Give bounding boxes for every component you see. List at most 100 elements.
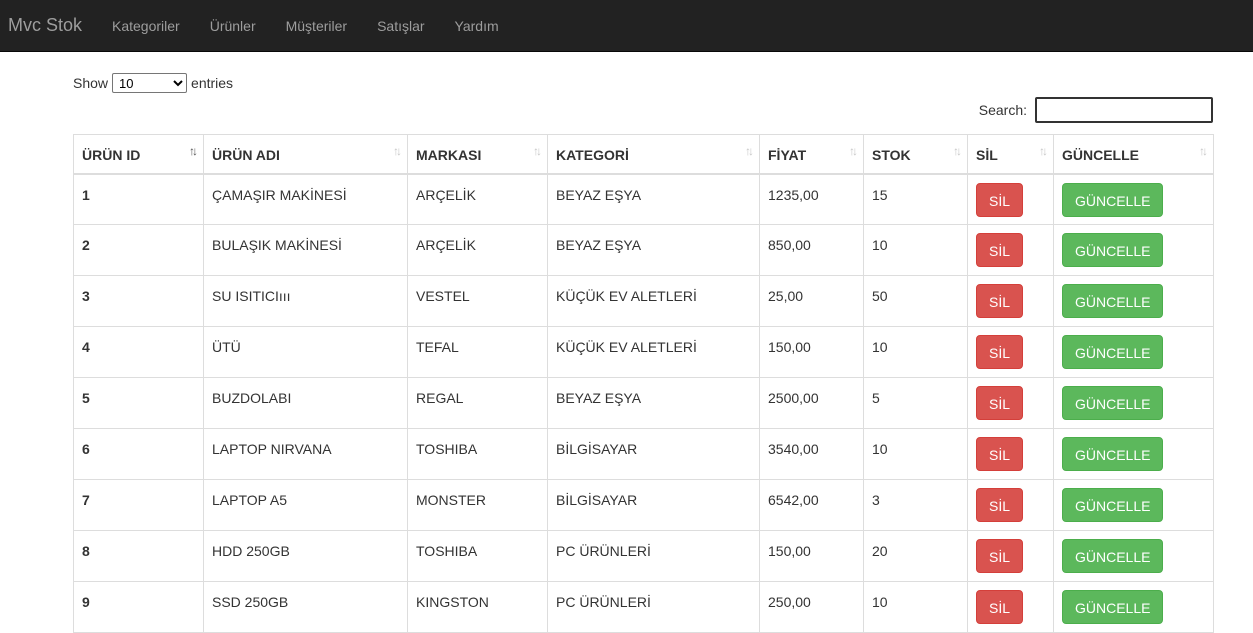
cell-brand: REGAL — [407, 377, 548, 429]
delete-button[interactable]: SİL — [976, 182, 1024, 217]
cell-price: 25,00 — [759, 275, 864, 327]
update-button[interactable]: GÜNCELLE — [1062, 488, 1164, 522]
nav-link-satislar[interactable]: Satışlar — [377, 18, 424, 34]
update-button[interactable]: GÜNCELLE — [1062, 437, 1164, 471]
update-button[interactable]: GÜNCELLE — [1062, 182, 1164, 217]
cell-id: 9 — [73, 581, 204, 633]
update-button[interactable]: GÜNCELLE — [1062, 233, 1164, 267]
cell-category: BİLGİSAYAR — [547, 479, 760, 531]
delete-button[interactable]: SİL — [976, 488, 1024, 522]
delete-button[interactable]: SİL — [976, 386, 1024, 420]
cell-price: 1235,00 — [759, 173, 864, 225]
cell-brand: TEFAL — [407, 326, 548, 378]
header-label: SİL — [976, 146, 998, 163]
cell-brand: ARÇELİK — [407, 173, 548, 225]
header-label: MARKASI — [416, 146, 482, 163]
cell-category: BEYAZ EŞYA — [547, 224, 760, 276]
cell-update: GÜNCELLE — [1053, 173, 1214, 225]
table-header: ÜRÜN ID ↑↓ ÜRÜN ADI ↑↓ MARKASI ↑↓ KATEGORİ ↑… — [73, 134, 1214, 175]
header-sil[interactable]: SİL ↑↓ — [967, 134, 1054, 175]
header-label: GÜNCELLE — [1062, 146, 1139, 163]
sort-icon: ↑↓ — [745, 144, 754, 158]
cell-update: GÜNCELLE — [1053, 530, 1214, 582]
header-label: ÜRÜN ID — [82, 146, 141, 163]
cell-name: SSD 250GB — [203, 581, 408, 633]
cell-category: BEYAZ EŞYA — [547, 173, 760, 225]
header-stok[interactable]: STOK ↑↓ — [863, 134, 968, 175]
delete-button[interactable]: SİL — [976, 539, 1024, 573]
cell-stock: 10 — [863, 224, 968, 276]
cell-brand: ARÇELİK — [407, 224, 548, 276]
header-urun-adi[interactable]: ÜRÜN ADI ↑↓ — [203, 134, 408, 175]
header-label: FİYAT — [768, 146, 807, 163]
table-search-control: Search: — [979, 97, 1213, 123]
nav-item-kategoriler: Kategoriler — [112, 18, 180, 34]
delete-button[interactable]: SİL — [976, 233, 1024, 267]
brand-link[interactable]: Mvc Stok — [8, 14, 82, 36]
header-label: STOK — [872, 146, 911, 163]
cell-delete: SİL — [967, 428, 1054, 480]
cell-stock: 5 — [863, 377, 968, 429]
update-button[interactable]: GÜNCELLE — [1062, 590, 1164, 624]
delete-button[interactable]: SİL — [976, 335, 1024, 369]
header-kategori[interactable]: KATEGORİ ↑↓ — [547, 134, 760, 175]
header-fiyat[interactable]: FİYAT ↑↓ — [759, 134, 864, 175]
cell-update: GÜNCELLE — [1053, 479, 1214, 531]
cell-brand: MONSTER — [407, 479, 548, 531]
nav-item-urunler: Ürünler — [210, 18, 256, 34]
header-guncelle[interactable]: GÜNCELLE ↑↓ — [1053, 134, 1214, 175]
cell-update: GÜNCELLE — [1053, 428, 1214, 480]
cell-name: BULAŞIK MAKİNESİ — [203, 224, 408, 276]
sort-icon: ↑↓ — [1199, 144, 1208, 158]
cell-stock: 10 — [863, 326, 968, 378]
header-urun-id[interactable]: ÜRÜN ID ↑↓ — [73, 134, 204, 175]
update-button[interactable]: GÜNCELLE — [1062, 284, 1164, 318]
cell-id: 2 — [73, 224, 204, 276]
nav-link-kategoriler[interactable]: Kategoriler — [112, 18, 180, 34]
table-row: 6 LAPTOP NIRVANA TOSHIBA BİLGİSAYAR 3540… — [73, 428, 1214, 480]
delete-button[interactable]: SİL — [976, 590, 1024, 624]
cell-category: BİLGİSAYAR — [547, 428, 760, 480]
cell-id: 3 — [73, 275, 204, 327]
entries-length-control: Show 10 entries — [73, 73, 233, 93]
nav-link-yardim[interactable]: Yardım — [455, 18, 499, 34]
cell-delete: SİL — [967, 581, 1054, 633]
header-markasi[interactable]: MARKASI ↑↓ — [407, 134, 548, 175]
search-label: Search: — [978, 102, 1027, 118]
cell-id: 7 — [73, 479, 204, 531]
sort-icon: ↑↓ — [1039, 144, 1048, 158]
sort-icon: ↑↓ — [393, 144, 402, 158]
entries-label: entries — [191, 75, 234, 91]
header-label: KATEGORİ — [556, 146, 629, 163]
nav-link-urunler[interactable]: Ürünler — [210, 18, 256, 34]
header-label: ÜRÜN ADI — [212, 146, 280, 163]
cell-category: PC ÜRÜNLERİ — [547, 581, 760, 633]
cell-id: 5 — [73, 377, 204, 429]
sort-asc-icon: ↑↓ — [189, 144, 198, 158]
entries-select[interactable]: 10 — [112, 73, 188, 93]
delete-button[interactable]: SİL — [976, 437, 1024, 471]
cell-delete: SİL — [967, 377, 1054, 429]
update-button[interactable]: GÜNCELLE — [1062, 539, 1164, 573]
cell-price: 150,00 — [759, 326, 864, 378]
search-input[interactable] — [1035, 97, 1213, 123]
cell-update: GÜNCELLE — [1053, 275, 1214, 327]
cell-id: 6 — [73, 428, 204, 480]
cell-delete: SİL — [967, 224, 1054, 276]
nav-item-satislar: Satışlar — [377, 18, 424, 34]
cell-name: HDD 250GB — [203, 530, 408, 582]
cell-delete: SİL — [967, 326, 1054, 378]
update-button[interactable]: GÜNCELLE — [1062, 335, 1164, 369]
cell-category: KÜÇÜK EV ALETLERİ — [547, 275, 760, 327]
cell-name: SU ISITICIııı — [203, 275, 408, 327]
cell-category: KÜÇÜK EV ALETLERİ — [547, 326, 760, 378]
sort-icon: ↑↓ — [953, 144, 962, 158]
cell-category: BEYAZ EŞYA — [547, 377, 760, 429]
nav-link-musteriler[interactable]: Müşteriler — [286, 18, 347, 34]
table-row: 4 ÜTÜ TEFAL KÜÇÜK EV ALETLERİ 150,00 10 … — [73, 326, 1214, 378]
delete-button[interactable]: SİL — [976, 284, 1024, 318]
cell-id: 1 — [73, 173, 204, 225]
cell-stock: 50 — [863, 275, 968, 327]
table-row: 8 HDD 250GB TOSHIBA PC ÜRÜNLERİ 150,00 2… — [73, 530, 1214, 582]
update-button[interactable]: GÜNCELLE — [1062, 386, 1164, 420]
